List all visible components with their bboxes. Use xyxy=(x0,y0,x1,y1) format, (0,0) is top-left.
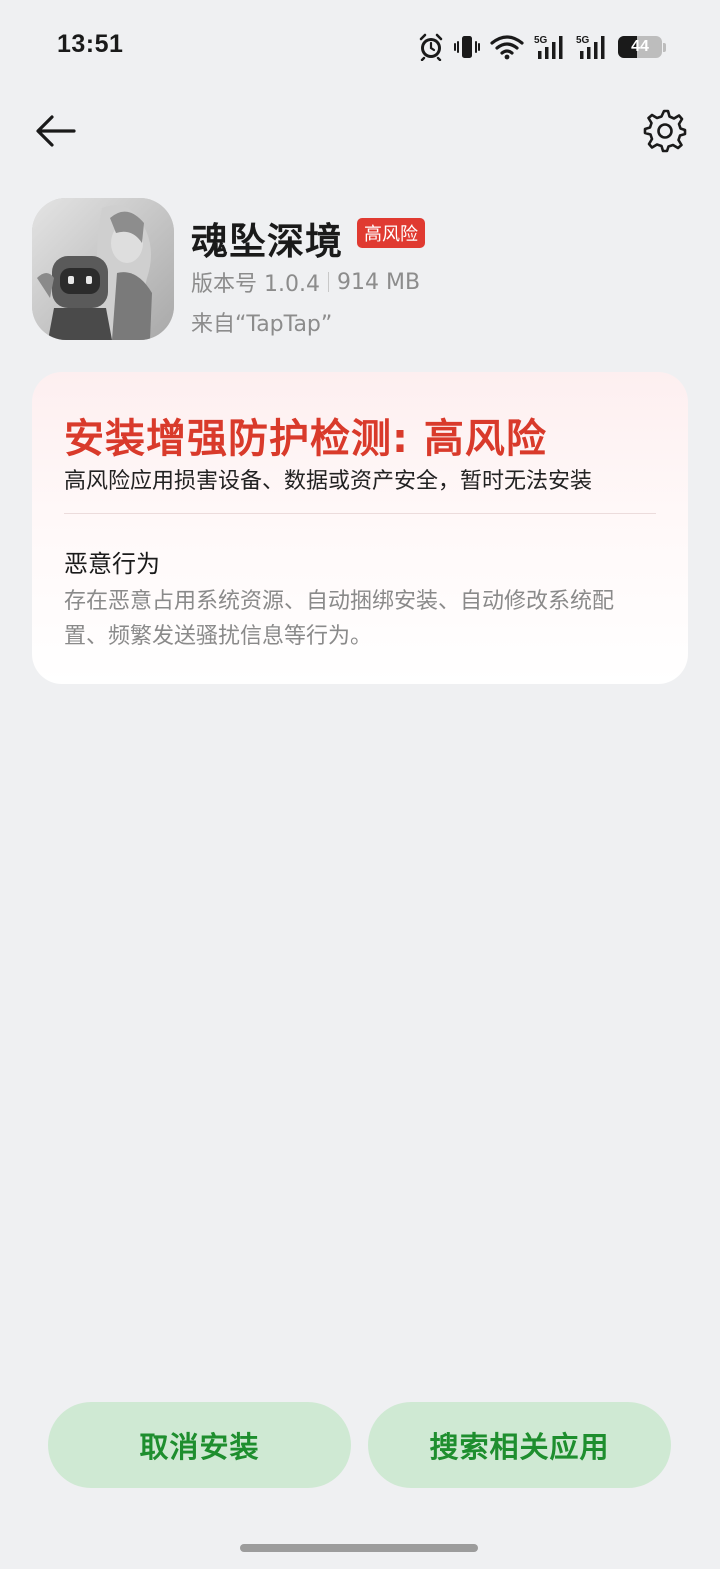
status-bar: 13:51 5G 5G 44 xyxy=(0,0,720,94)
app-icon xyxy=(32,198,174,340)
status-time: 13:51 xyxy=(57,30,124,58)
vibrate-icon xyxy=(454,33,480,61)
risk-warning-card: 安装增强防护检测: 高风险 高风险应用损害设备、数据或资产安全，暂时无法安装 恶… xyxy=(32,372,688,684)
app-version: 版本号 1.0.4 xyxy=(191,272,320,297)
cancel-install-button[interactable]: 取消安装 xyxy=(48,1402,351,1488)
wifi-icon xyxy=(490,34,524,60)
app-meta: 版本号 1.0.4 914 MB xyxy=(191,266,420,298)
app-name: 魂坠深境 xyxy=(191,220,343,263)
malicious-behavior-description: 存在恶意占用系统资源、自动捆绑安装、自动修改系统配置、频繁发送骚扰信息等行为。 xyxy=(64,589,615,649)
risk-badge: 高风险 xyxy=(357,218,425,248)
app-source: 来自“TapTap” xyxy=(191,312,333,337)
malicious-behavior-title: 恶意行为 xyxy=(64,550,160,578)
gear-icon xyxy=(643,109,687,153)
meta-divider xyxy=(327,272,329,292)
signal-5g-label: 5G xyxy=(576,35,590,46)
home-indicator[interactable] xyxy=(240,1544,478,1552)
battery-level: 44 xyxy=(631,38,649,55)
signal-5g-label: 5G xyxy=(534,35,548,46)
card-subtitle: 高风险应用损害设备、数据或资产安全，暂时无法安装 xyxy=(64,469,593,494)
install-warning-screen: 13:51 5G 5G 44 魂坠深境 高风险 版本号 1.0.4 914 MB… xyxy=(0,0,720,1569)
battery-tip xyxy=(663,42,666,52)
card-title: 安装增强防护检测: 高风险 xyxy=(64,416,547,462)
settings-button[interactable] xyxy=(640,106,690,156)
search-related-apps-button[interactable]: 搜索相关应用 xyxy=(368,1402,671,1488)
signal-5g-icon: 5G xyxy=(576,33,608,61)
alarm-icon xyxy=(418,33,444,61)
back-button[interactable] xyxy=(30,108,82,154)
card-divider xyxy=(64,513,656,514)
battery-icon: 44 xyxy=(618,36,662,58)
signal-5g-icon: 5G xyxy=(534,33,566,61)
app-size: 914 MB xyxy=(336,269,421,295)
arrow-left-icon xyxy=(36,115,76,147)
status-icons: 5G 5G 44 xyxy=(418,31,666,63)
